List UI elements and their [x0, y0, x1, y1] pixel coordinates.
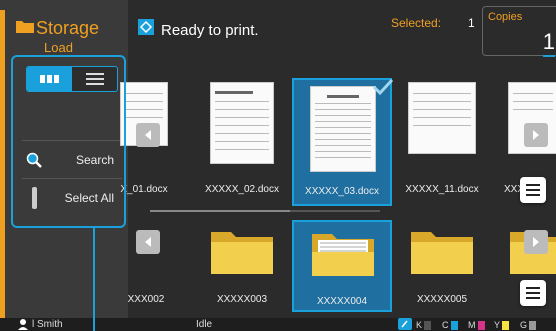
file-name: XXXXX_03.docx	[305, 186, 379, 197]
callout-highlight	[11, 55, 126, 228]
selected-count: 1	[468, 16, 475, 30]
chevron-left-icon	[145, 237, 151, 247]
ink-level-k: K	[416, 320, 432, 330]
document-thumbnail	[210, 82, 274, 164]
folder-icon	[16, 21, 34, 33]
copies-field[interactable]: Copies 1	[482, 6, 556, 57]
folder-item[interactable]: XXXXX005	[394, 220, 490, 312]
user-icon	[18, 319, 28, 330]
folder-icon	[211, 232, 273, 274]
file-row: X_01.docx XXXXX_02.docx XXXXX_03.docx XX…	[120, 62, 556, 210]
ink-label-c: C	[442, 320, 449, 330]
file-name: XXXXX_11.docx	[405, 184, 479, 195]
file-name: XXXXX_02.docx	[205, 184, 279, 195]
ready-status-icon	[138, 19, 154, 35]
callout-pointer-line	[93, 228, 95, 331]
selected-label: Selected:	[391, 16, 442, 30]
folder-name: XXXXX005	[416, 294, 468, 305]
ink-status-icon	[398, 318, 412, 330]
menu-icon	[526, 287, 540, 299]
bottom-status-bar: l Smith Idle K C M Y G	[0, 318, 556, 331]
copies-value: 1	[542, 29, 555, 54]
scroll-left-button[interactable]	[136, 123, 160, 147]
scroll-right-button[interactable]	[524, 123, 548, 147]
copies-label: Copies	[488, 11, 523, 23]
ink-label-m: M	[468, 320, 476, 330]
status-text: Ready to print.	[161, 22, 259, 39]
folder-scroll-right-button[interactable]	[524, 230, 548, 254]
ink-label-k: K	[416, 320, 423, 330]
chevron-left-icon	[145, 130, 151, 140]
chevron-right-icon	[533, 130, 539, 140]
document-thumbnail	[408, 82, 476, 154]
ink-level-m: M	[468, 320, 485, 330]
folder-scroll-left-button[interactable]	[136, 230, 160, 254]
folder-item-selected[interactable]: XXXXX004	[292, 220, 392, 312]
ink-level-c: C	[442, 320, 458, 330]
user-name[interactable]: l Smith	[32, 319, 63, 330]
ink-label-y: Y	[494, 320, 501, 330]
file-item-selected[interactable]: XXXXX_03.docx	[292, 78, 394, 206]
chevron-right-icon	[533, 237, 539, 247]
file-item[interactable]: XXXXX_11.docx	[394, 78, 490, 198]
ink-level-y: Y	[494, 320, 510, 330]
machine-status: Idle	[196, 319, 213, 330]
file-item[interactable]: XXXXX_02.docx	[194, 78, 290, 198]
page-title: Storage	[36, 18, 100, 38]
folder-icon	[411, 232, 473, 274]
page-subtitle: Load	[44, 40, 73, 55]
folder-item[interactable]: XXXXX003	[194, 220, 290, 312]
ink-level-g: G	[520, 320, 537, 330]
folder-menu-button[interactable]	[520, 280, 546, 306]
file-menu-button[interactable]	[520, 177, 546, 203]
ink-label-g: G	[520, 320, 528, 330]
document-thumbnail	[310, 86, 376, 172]
folder-name: XXXXX003	[216, 294, 268, 305]
folder-name: XXX002	[127, 294, 165, 305]
folder-open-icon	[312, 234, 374, 276]
folder-name: XXXXX004	[316, 296, 368, 307]
print-storage-screen: Storage Load Search Select All Ready to …	[0, 0, 556, 331]
menu-icon	[526, 184, 540, 196]
check-icon	[372, 78, 394, 96]
accent-bar	[0, 10, 5, 318]
status-bar: Ready to print. Selected: 1 Copies 1	[128, 0, 556, 60]
copies-underline	[543, 55, 555, 57]
folder-row: XXX002 XXXXX003 XXXXX004 XXXXX005	[128, 212, 556, 312]
